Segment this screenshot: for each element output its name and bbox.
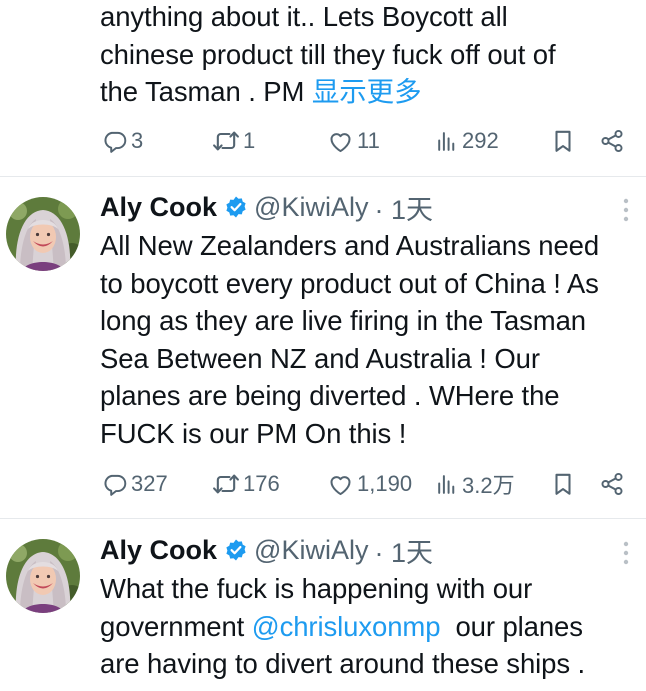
views-count: 3.2万 [462, 473, 515, 498]
share-button[interactable] [599, 126, 625, 156]
author-handle[interactable]: @KiwiAly [254, 192, 368, 223]
views-icon [434, 129, 459, 154]
views-button[interactable]: 3.2万 [434, 469, 515, 499]
tweet-2-line: All New Zealanders and Australians need [100, 230, 600, 261]
repost-button[interactable]: 176 [212, 469, 280, 499]
reply-count: 327 [131, 471, 168, 496]
reply-button[interactable]: 327 [102, 469, 168, 499]
avatar[interactable] [6, 197, 80, 271]
tweet-1-line-text: the Tasman . PM [100, 76, 312, 107]
tweet-header: Aly Cook @KiwiAly · 1天 [100, 531, 433, 570]
author-handle[interactable]: @KiwiAly [254, 535, 368, 566]
avatar[interactable] [6, 539, 80, 613]
views-button[interactable]: 292 [434, 126, 499, 156]
like-button[interactable]: 1,190 [327, 469, 412, 499]
tweet-3-line-text: government [100, 610, 252, 642]
bookmark-button[interactable] [550, 126, 576, 156]
repost-icon [212, 470, 240, 498]
tweet-3-line: What the fuck is happening with our [100, 573, 533, 604]
like-icon [327, 471, 354, 498]
bookmark-icon [550, 128, 576, 154]
avatar-image [6, 539, 80, 613]
tweet-2[interactable]: Aly Cook @KiwiAly · 1天 All New Zealander… [0, 177, 646, 519]
verified-badge-icon [224, 538, 248, 562]
tweet-3-line: government @chrisluxonmp our planes [100, 608, 640, 646]
like-count: 1,190 [357, 471, 413, 496]
mention-link[interactable]: @chrisluxonmp [252, 611, 441, 642]
tweet-timestamp[interactable]: · 1天 [374, 531, 433, 570]
tweet-2-line: to boycott every product out of China ! … [100, 267, 599, 299]
like-count: 11 [357, 128, 380, 153]
tweet-1-actions: 3 1 11 292 [100, 126, 640, 156]
share-icon [599, 128, 625, 154]
repost-count: 176 [243, 471, 280, 496]
share-button[interactable] [599, 469, 625, 499]
author-name[interactable]: Aly Cook [100, 535, 217, 566]
tweet-1-line: anything about it.. Lets Boycott all [100, 1, 508, 32]
bookmark-button[interactable] [550, 469, 576, 499]
repost-count: 1 [243, 128, 256, 153]
repost-button[interactable]: 1 [212, 126, 255, 156]
share-icon [599, 471, 625, 497]
tweet-2-line: Sea Between NZ and Australia ! Our [100, 342, 540, 374]
reply-count: 3 [131, 128, 144, 153]
views-count: 292 [462, 128, 499, 153]
tweet-2-actions: 327 176 1,190 3.2万 [100, 469, 640, 499]
tweet-1-line: chinese product till they fuck off out o… [100, 38, 556, 70]
show-more-link[interactable]: 显示更多 [312, 76, 422, 107]
author-name[interactable]: Aly Cook [100, 192, 217, 223]
tweet-2-text: All New Zealanders and Australians need … [100, 227, 640, 452]
reply-button[interactable]: 3 [102, 126, 143, 156]
tweet-2-line: planes are being diverted . WHere the [100, 380, 560, 411]
verified-badge-icon [224, 195, 248, 219]
reply-icon [102, 471, 128, 497]
like-icon [327, 128, 354, 155]
tweet-timestamp[interactable]: · 1天 [374, 188, 433, 227]
tweet-3-text: What the fuck is happening with our gove… [100, 570, 640, 683]
tweet-3[interactable]: Aly Cook @KiwiAly · 1天 What the fuck is … [0, 519, 646, 691]
tweet-3-line-text: our planes [440, 610, 583, 642]
bookmark-icon [550, 471, 576, 497]
more-options-icon[interactable] [616, 195, 636, 225]
avatar-image [6, 197, 80, 271]
tweet-2-line: long as they are live firing in the Tasm… [100, 305, 586, 336]
tweet-1-text: anything about it.. Lets Boycott all chi… [100, 0, 640, 111]
more-options-icon[interactable] [616, 538, 636, 568]
reply-icon [102, 128, 128, 154]
tweet-header: Aly Cook @KiwiAly · 1天 [100, 188, 433, 227]
tweet-3-line: are having to divert around these ships … [100, 648, 586, 679]
tweet-2-line: FUCK is our PM On this ! [100, 417, 407, 449]
like-button[interactable]: 11 [327, 126, 380, 156]
tweet-1-line: the Tasman . PM 显示更多 [100, 73, 640, 111]
repost-icon [212, 127, 240, 155]
views-icon [434, 472, 459, 497]
tweet-1[interactable]: anything about it.. Lets Boycott all chi… [0, 0, 646, 178]
